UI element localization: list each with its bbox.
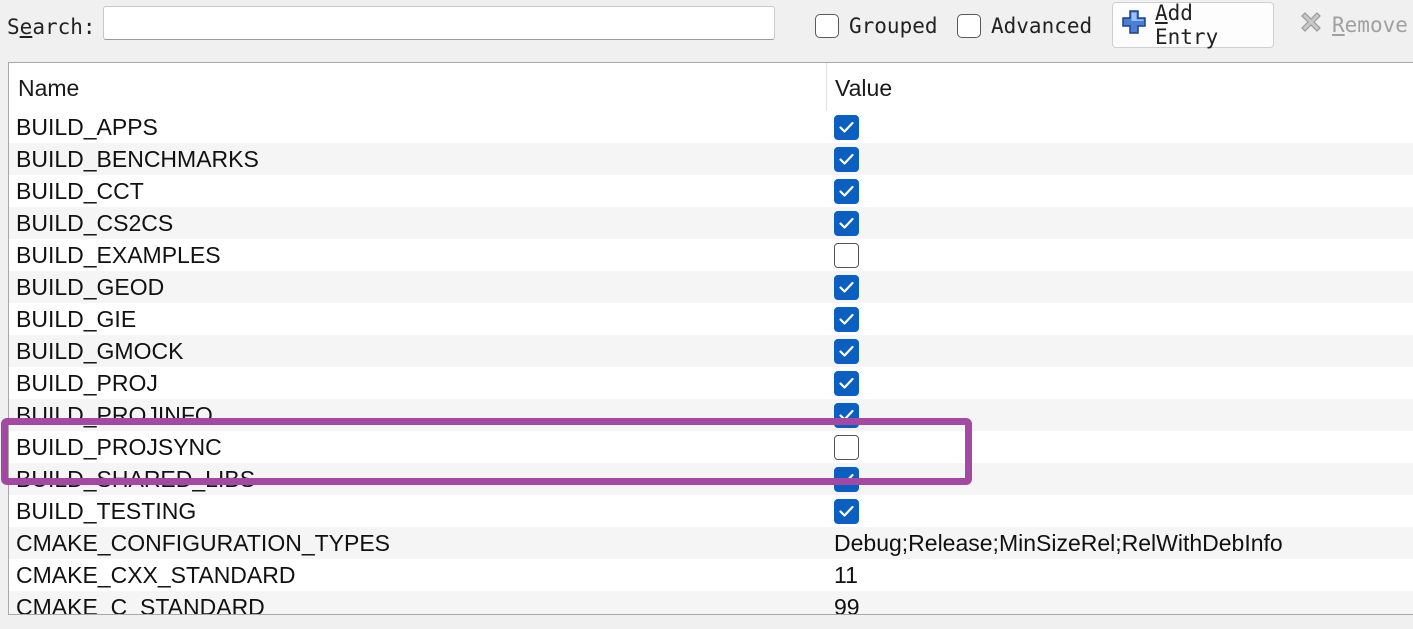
value-checkbox-checked[interactable] — [834, 467, 859, 492]
add-entry-button[interactable]: Add Entry — [1112, 1, 1274, 49]
entry-name: BUILD_CCT — [16, 178, 144, 204]
entry-value[interactable]: 99 — [834, 591, 860, 614]
search-input[interactable] — [103, 6, 775, 40]
table-row[interactable]: BUILD_PROJINFO — [9, 399, 1413, 431]
entry-name: BUILD_TESTING — [16, 498, 197, 524]
value-checkbox-checked[interactable] — [834, 275, 859, 300]
table-row[interactable]: BUILD_APPS — [9, 111, 1413, 143]
table-row[interactable]: CMAKE_CONFIGURATION_TYPES Debug;Release;M… — [9, 527, 1413, 559]
value-checkbox-checked[interactable] — [834, 307, 859, 332]
value-checkbox-checked[interactable] — [834, 147, 859, 172]
value-checkbox-checked[interactable] — [834, 115, 859, 140]
search-label: Search: — [7, 15, 96, 39]
value-checkbox-checked[interactable] — [834, 211, 859, 236]
table-row[interactable]: BUILD_GMOCK — [9, 335, 1413, 367]
table-row[interactable]: BUILD_PROJSYNC — [9, 431, 1413, 463]
column-divider[interactable] — [826, 63, 827, 111]
advanced-checkbox-box[interactable] — [957, 14, 981, 38]
table-row[interactable]: BUILD_GEOD — [9, 271, 1413, 303]
table-row[interactable]: BUILD_GIE — [9, 303, 1413, 335]
advanced-checkbox[interactable]: Advanced — [957, 11, 1092, 41]
value-checkbox-checked[interactable] — [834, 499, 859, 524]
table-row[interactable]: BUILD_TESTING — [9, 495, 1413, 527]
entry-name: BUILD_GIE — [16, 306, 137, 332]
x-icon — [1298, 9, 1324, 41]
entry-name: CMAKE_CONFIGURATION_TYPES — [16, 530, 391, 556]
remove-button[interactable]: Remove — [1290, 2, 1413, 48]
table-body: BUILD_APPS BUILD_BENCHMARKS BUILD_CCT BUILD… — [9, 111, 1413, 615]
toolbar: Search: Grouped Advanced Add Entry Remov… — [0, 0, 1413, 56]
entry-name: BUILD_BENCHMARKS — [16, 146, 259, 172]
column-header-value[interactable]: Value — [835, 74, 892, 102]
value-checkbox-checked[interactable] — [834, 179, 859, 204]
table-row[interactable]: BUILD_PROJ — [9, 367, 1413, 399]
table-header: Name Value — [9, 63, 1413, 111]
entry-name: BUILD_PROJINFO — [16, 402, 213, 428]
entry-name: BUILD_PROJSYNC — [16, 434, 222, 460]
value-checkbox-unchecked[interactable] — [834, 435, 859, 460]
entry-name: BUILD_GEOD — [16, 274, 165, 300]
entry-value[interactable]: 11 — [834, 559, 858, 591]
value-checkbox-unchecked[interactable] — [834, 243, 859, 268]
advanced-label: Advanced — [991, 14, 1093, 38]
entry-name: BUILD_PROJ — [16, 370, 158, 396]
entry-name: BUILD_CS2CS — [16, 210, 174, 236]
entry-name: BUILD_GMOCK — [16, 338, 184, 364]
entry-name: BUILD_APPS — [16, 114, 158, 140]
cache-table: Name Value BUILD_APPS BUILD_BENCHMARKS BUI… — [8, 62, 1413, 615]
table-row[interactable]: BUILD_EXAMPLES — [9, 239, 1413, 271]
table-row[interactable]: BUILD_BENCHMARKS — [9, 143, 1413, 175]
remove-label: Remove — [1332, 13, 1408, 37]
value-checkbox-checked[interactable] — [834, 403, 859, 428]
entry-name: CMAKE_C_STANDARD — [16, 594, 265, 615]
entry-name: CMAKE_CXX_STANDARD — [16, 562, 296, 588]
table-row[interactable]: BUILD_CS2CS — [9, 207, 1413, 239]
value-checkbox-checked[interactable] — [834, 339, 859, 364]
entry-name: BUILD_SHARED_LIBS — [16, 466, 256, 492]
grouped-checkbox[interactable]: Grouped — [815, 11, 938, 41]
grouped-label: Grouped — [849, 14, 938, 38]
table-row[interactable]: BUILD_CCT — [9, 175, 1413, 207]
table-row[interactable]: CMAKE_CXX_STANDARD 11 — [9, 559, 1413, 591]
table-row[interactable]: CMAKE_C_STANDARD 99 — [9, 591, 1413, 615]
add-entry-label: Add Entry — [1155, 1, 1219, 49]
plus-icon — [1121, 9, 1147, 41]
entry-value[interactable]: Debug;Release;MinSizeRel;RelWithDebInfo — [834, 527, 1283, 559]
table-row[interactable]: BUILD_SHARED_LIBS — [9, 463, 1413, 495]
value-checkbox-checked[interactable] — [834, 371, 859, 396]
column-header-name[interactable]: Name — [18, 74, 79, 102]
entry-name: BUILD_EXAMPLES — [16, 242, 221, 268]
grouped-checkbox-box[interactable] — [815, 14, 839, 38]
